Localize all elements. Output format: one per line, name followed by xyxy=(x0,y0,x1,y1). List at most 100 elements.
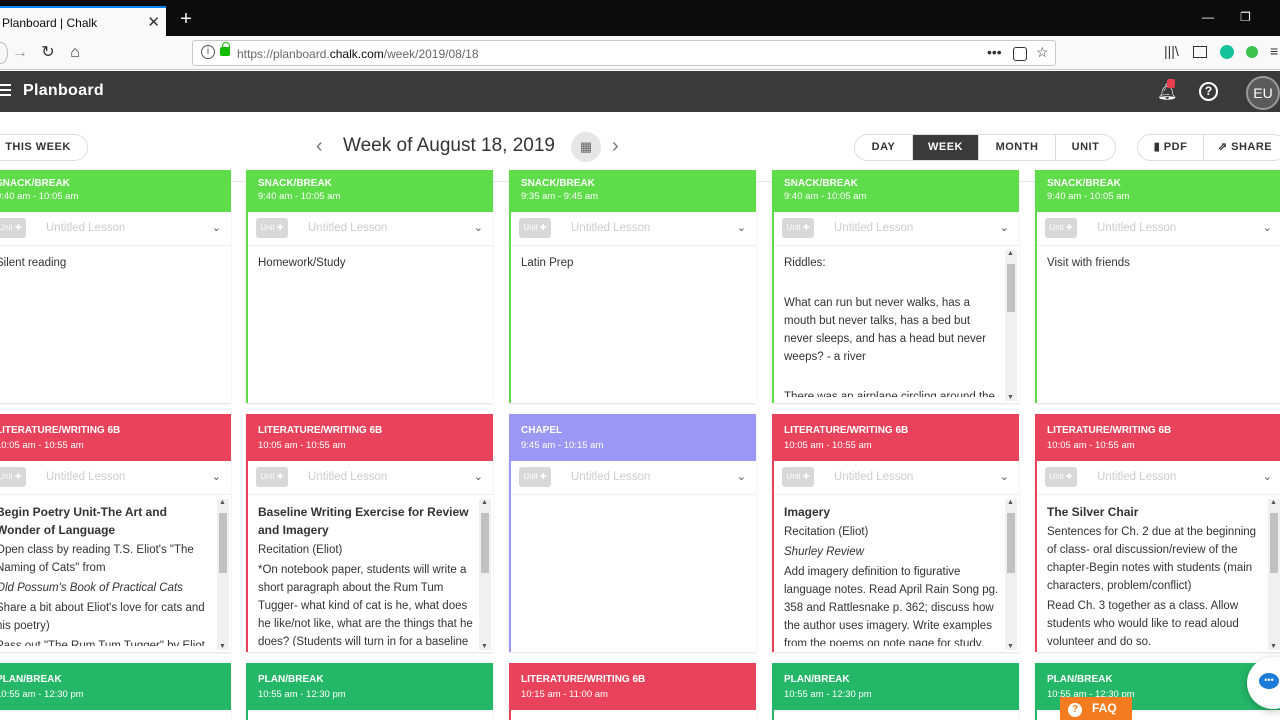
lesson-card-snack-break[interactable]: SNACK/BREAK 9:40 am - 10:05 am Unit ✚ Untit… xyxy=(246,170,493,403)
scroll-thumb[interactable] xyxy=(219,513,227,574)
pocket-icon[interactable] xyxy=(1013,47,1027,61)
lesson-content[interactable]: Imagery Recitation (Eliot) Shurley Review A… xyxy=(784,503,1001,646)
chevron-down-icon[interactable]: ⌄ xyxy=(474,470,483,483)
lesson-selector[interactable]: Unit ✚ Untitled Lesson ⌄ xyxy=(1037,461,1280,495)
chevron-down-icon[interactable]: ⌄ xyxy=(1263,470,1272,483)
scrollbar[interactable]: ▲ ▼ xyxy=(1005,250,1017,401)
next-week-icon[interactable]: › xyxy=(612,135,619,158)
scroll-down-icon[interactable]: ▼ xyxy=(1270,643,1277,650)
lesson-content[interactable] xyxy=(521,503,738,646)
lesson-content[interactable]: Riddles: What can run but never walks, ha… xyxy=(784,254,1001,397)
faq-button[interactable]: ? FAQ xyxy=(1060,697,1132,720)
lesson-card-chapel[interactable]: CHAPEL 9:45 am - 10:15 am Unit ✚ Untitled L… xyxy=(509,414,756,652)
unit-button[interactable]: Unit ✚ xyxy=(1045,467,1077,487)
sidebar-icon[interactable] xyxy=(1193,46,1207,58)
lesson-selector[interactable]: Unit ✚ Untitled Lesson ⌄ xyxy=(0,212,231,246)
lesson-selector[interactable]: Unit ✚ Untitled Lesson ⌄ xyxy=(511,461,756,495)
card-header[interactable]: LITERATURE/WRITING 6B 10:05 am - 10:55 am xyxy=(248,414,493,461)
browser-tab[interactable]: Planboard | Chalk ✕ xyxy=(0,6,166,36)
scroll-up-icon[interactable]: ▲ xyxy=(1007,250,1014,257)
lesson-selector[interactable]: Unit ✚ Untitled Lesson ⌄ xyxy=(774,461,1019,495)
scroll-thumb[interactable] xyxy=(1007,513,1015,574)
view-week-button[interactable]: WEEK xyxy=(913,135,979,160)
scroll-thumb[interactable] xyxy=(1270,513,1278,574)
lesson-card-plan-break[interactable]: PLAN/BREAK 10:55 am - 12:30 pm xyxy=(0,663,231,720)
lesson-card-literature-writing-6b[interactable]: LITERATURE/WRITING 6B 10:05 am - 10:55 am… xyxy=(772,414,1019,652)
help-icon[interactable]: ? xyxy=(1199,82,1218,101)
view-day-button[interactable]: DAY xyxy=(855,135,913,160)
chevron-down-icon[interactable]: ⌄ xyxy=(212,470,221,483)
overflow-menu-icon[interactable]: ≡ xyxy=(1270,43,1278,59)
lesson-content[interactable]: Latin Prep xyxy=(521,254,738,397)
lesson-content[interactable]: Homework/Study xyxy=(258,254,475,397)
lesson-card-literature-writing-6b[interactable]: LITERATURE/WRITING 6B 10:15 am - 11:00 am xyxy=(509,663,756,720)
scroll-down-icon[interactable]: ▼ xyxy=(481,643,488,650)
lesson-content[interactable]: Begin Poetry Unit-The Art and Wonder of … xyxy=(0,503,213,646)
scrollbar[interactable]: ▲ ▼ xyxy=(217,499,229,650)
lesson-card-snack-break[interactable]: SNACK/BREAK 9:35 am - 9:45 am Unit ✚ Untitl… xyxy=(509,170,756,403)
lesson-selector[interactable]: Unit ✚ Untitled Lesson ⌄ xyxy=(511,212,756,246)
card-header[interactable]: PLAN/BREAK 10:55 am - 12:30 pm xyxy=(248,663,493,710)
card-header[interactable]: PLAN/BREAK 10:55 am - 12:30 pm xyxy=(774,663,1019,710)
scroll-down-icon[interactable]: ▼ xyxy=(219,643,226,650)
lesson-selector[interactable]: Unit ✚ Untitled Lesson ⌄ xyxy=(0,461,231,495)
tab-close-icon[interactable]: ✕ xyxy=(147,13,160,31)
unit-button[interactable]: Unit ✚ xyxy=(519,218,551,238)
share-button[interactable]: ⇗ SHARE xyxy=(1204,135,1280,160)
this-week-button[interactable]: THIS WEEK xyxy=(0,134,88,161)
unit-button[interactable]: Unit ✚ xyxy=(1045,218,1077,238)
scroll-up-icon[interactable]: ▲ xyxy=(1007,499,1014,506)
site-info-icon[interactable]: i xyxy=(201,45,215,59)
library-icon[interactable]: |||\ xyxy=(1164,43,1179,59)
view-unit-button[interactable]: UNIT xyxy=(1056,135,1115,160)
lesson-card-literature-writing-6b[interactable]: LITERATURE/WRITING 6B 10:05 am - 10:55 am… xyxy=(246,414,493,652)
lesson-selector[interactable]: Unit ✚ Untitled Lesson ⌄ xyxy=(1037,212,1280,246)
lesson-card-plan-break[interactable]: PLAN/BREAK 10:55 am - 12:30 pm xyxy=(246,663,493,720)
hamburger-menu-icon[interactable] xyxy=(0,84,11,86)
chevron-down-icon[interactable]: ⌄ xyxy=(1000,470,1009,483)
lesson-card-literature-writing-6b[interactable]: LITERATURE/WRITING 6B 10:05 am - 10:55 am… xyxy=(0,414,231,652)
scroll-down-icon[interactable]: ▼ xyxy=(1007,394,1014,401)
unit-button[interactable]: Unit ✚ xyxy=(782,218,814,238)
grammarly-icon[interactable] xyxy=(1220,45,1234,59)
unit-button[interactable]: Unit ✚ xyxy=(782,467,814,487)
url-bar[interactable]: i https://planboard.chalk.com/week/2019/… xyxy=(192,40,1056,66)
chevron-down-icon[interactable]: ⌄ xyxy=(737,221,746,234)
card-header[interactable]: LITERATURE/WRITING 6B 10:05 am - 10:55 am xyxy=(774,414,1019,461)
lesson-content[interactable]: The Silver Chair Sentences for Ch. 2 due … xyxy=(1047,503,1264,646)
new-tab-button[interactable]: + xyxy=(176,8,196,32)
lesson-card-literature-writing-6b[interactable]: LITERATURE/WRITING 6B 10:05 am - 10:55 am… xyxy=(1035,414,1280,652)
lesson-content[interactable]: Silent reading xyxy=(0,254,213,397)
chevron-down-icon[interactable]: ⌄ xyxy=(1000,221,1009,234)
scroll-up-icon[interactable]: ▲ xyxy=(481,499,488,506)
restore-button[interactable]: ❐ xyxy=(1240,10,1251,24)
previous-week-icon[interactable]: ‹ xyxy=(316,135,323,158)
page-actions-icon[interactable]: ••• xyxy=(987,44,1002,60)
card-header[interactable]: LITERATURE/WRITING 6B 10:05 am - 10:55 am xyxy=(1037,414,1280,461)
home-icon[interactable]: ⌂ xyxy=(64,42,86,64)
pdf-button[interactable]: ▮ PDF xyxy=(1138,135,1204,160)
avatar[interactable]: EU xyxy=(1246,76,1280,110)
bookmark-star-icon[interactable]: ☆ xyxy=(1036,44,1049,61)
lesson-content[interactable]: Visit with friends xyxy=(1047,254,1264,397)
scroll-thumb[interactable] xyxy=(481,513,489,574)
view-month-button[interactable]: MONTH xyxy=(979,135,1056,160)
url-text[interactable]: https://planboard.chalk.com/week/2019/08… xyxy=(237,47,479,61)
lesson-card-plan-break[interactable]: PLAN/BREAK 10:55 am - 12:30 pm xyxy=(772,663,1019,720)
scrollbar[interactable]: ▲ ▼ xyxy=(479,499,491,650)
card-header[interactable]: SNACK/BREAK 9:40 am - 10:05 am xyxy=(774,170,1019,212)
chevron-down-icon[interactable]: ⌄ xyxy=(212,221,221,234)
card-header[interactable]: SNACK/BREAK 9:40 am - 10:05 am xyxy=(0,170,231,212)
scroll-down-icon[interactable]: ▼ xyxy=(1007,643,1014,650)
card-header[interactable]: LITERATURE/WRITING 6B 10:05 am - 10:55 am xyxy=(0,414,231,461)
lesson-selector[interactable]: Unit ✚ Untitled Lesson ⌄ xyxy=(774,212,1019,246)
scroll-up-icon[interactable]: ▲ xyxy=(219,499,226,506)
unit-button[interactable]: Unit ✚ xyxy=(256,467,288,487)
lesson-card-snack-break[interactable]: SNACK/BREAK 9:40 am - 10:05 am Unit ✚ Untit… xyxy=(772,170,1019,403)
chevron-down-icon[interactable]: ⌄ xyxy=(737,470,746,483)
scroll-up-icon[interactable]: ▲ xyxy=(1270,499,1277,506)
unit-button[interactable]: Unit ✚ xyxy=(0,218,26,238)
forward-icon[interactable]: → xyxy=(9,42,31,64)
card-header[interactable]: SNACK/BREAK 9:40 am - 10:05 am xyxy=(248,170,493,212)
card-header[interactable]: CHAPEL 9:45 am - 10:15 am xyxy=(511,414,756,461)
